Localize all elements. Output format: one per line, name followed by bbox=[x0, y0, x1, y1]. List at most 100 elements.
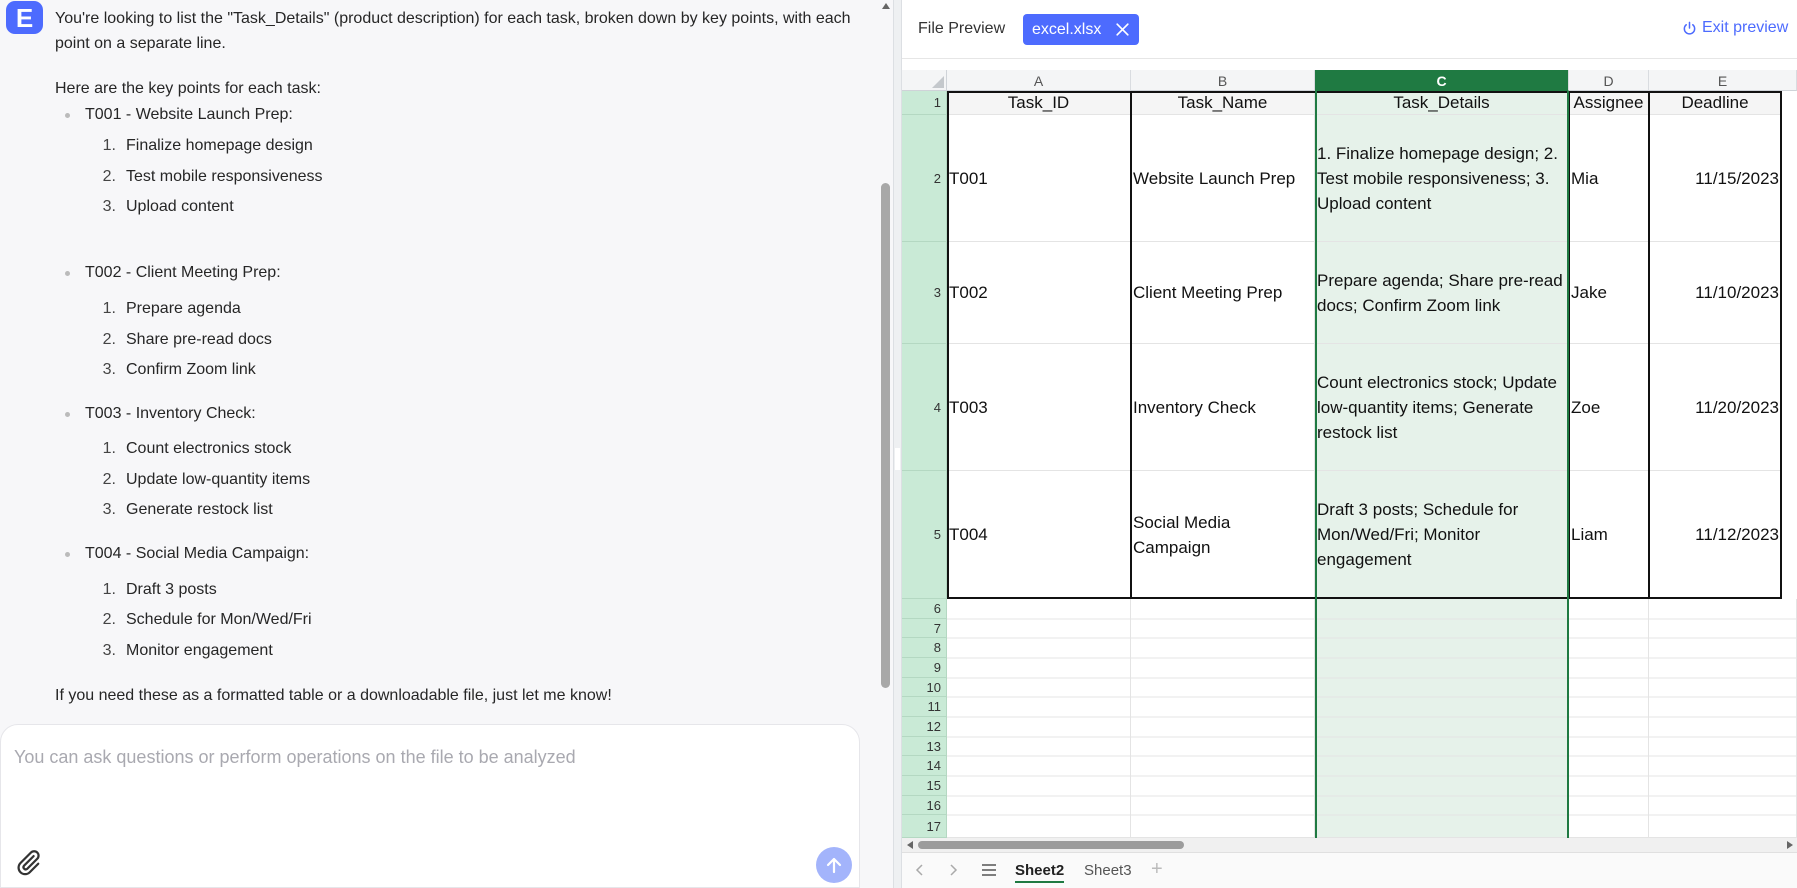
table-cell[interactable]: 11/20/2023 bbox=[1649, 344, 1782, 471]
table-cell[interactable]: Website Launch Prep bbox=[1131, 115, 1315, 242]
row-header[interactable]: 13 bbox=[902, 737, 947, 756]
row-header[interactable]: 5 bbox=[902, 471, 947, 599]
table-cell[interactable]: T003 bbox=[947, 344, 1131, 471]
task-point: 1. Count electronics stock bbox=[102, 440, 292, 457]
power-icon bbox=[1683, 21, 1696, 35]
table-cell[interactable]: T001 bbox=[947, 115, 1131, 242]
table-cell[interactable]: Mia bbox=[1569, 115, 1649, 242]
add-sheet-button[interactable]: + bbox=[1151, 858, 1163, 881]
table-cell[interactable]: Client Meeting Prep bbox=[1131, 242, 1315, 344]
row-header[interactable]: 17 bbox=[902, 815, 947, 838]
column-header-c[interactable]: C bbox=[1315, 70, 1569, 91]
exit-preview-button[interactable]: Exit preview bbox=[1682, 19, 1788, 37]
chat-scroll-thumb[interactable] bbox=[881, 183, 890, 688]
spreadsheet-grid: A B C D E 1 2 3 4 5 6 7 8 9 10 11 12 13 … bbox=[902, 70, 1797, 838]
row-header[interactable]: 10 bbox=[902, 678, 947, 697]
column-header-a[interactable]: A bbox=[947, 70, 1131, 91]
attachment-icon[interactable] bbox=[13, 848, 43, 878]
horizontal-scroll-thumb[interactable] bbox=[918, 841, 1184, 849]
column-header-b[interactable]: B bbox=[1131, 70, 1315, 91]
row-header[interactable]: 15 bbox=[902, 776, 947, 796]
assistant-intro-text: You're looking to list the "Task_Details… bbox=[55, 10, 851, 52]
row-header[interactable]: 6 bbox=[902, 599, 947, 619]
divider-handle[interactable] bbox=[895, 448, 900, 470]
table-cell[interactable]: T004 bbox=[947, 471, 1131, 599]
row-header[interactable]: 12 bbox=[902, 717, 947, 737]
row-header[interactable]: 14 bbox=[902, 756, 947, 776]
scroll-left-arrow-icon[interactable] bbox=[907, 841, 913, 849]
row-header[interactable]: 8 bbox=[902, 638, 947, 658]
scroll-up-arrow-icon[interactable] bbox=[882, 3, 890, 9]
table-header-cell[interactable]: Assignee bbox=[1569, 91, 1649, 115]
task-point: 1. Draft 3 posts bbox=[102, 581, 217, 598]
row-header[interactable]: 2 bbox=[902, 115, 947, 242]
chevron-left-icon[interactable] bbox=[912, 862, 928, 878]
table-cell[interactable]: Social Media Campaign bbox=[1131, 471, 1315, 599]
chat-scrollbar[interactable] bbox=[880, 0, 892, 716]
sheet-tab-sheet3[interactable]: Sheet3 bbox=[1084, 862, 1132, 879]
task-point: 1. Finalize homepage design bbox=[102, 137, 313, 154]
task-heading: T003 - Inventory Check: bbox=[65, 403, 256, 425]
task-heading: T002 - Client Meeting Prep: bbox=[65, 262, 281, 284]
row-header[interactable]: 16 bbox=[902, 796, 947, 815]
select-all-corner[interactable] bbox=[902, 70, 947, 91]
table-cell[interactable]: Zoe bbox=[1569, 344, 1649, 471]
task-point: 2. Update low-quantity items bbox=[102, 471, 311, 488]
table-cell[interactable]: Prepare agenda; Share pre-read docs; Con… bbox=[1315, 242, 1569, 344]
assistant-closing-text: If you need these as a formatted table o… bbox=[55, 687, 612, 704]
row-header[interactable]: 1 bbox=[902, 91, 947, 115]
chat-message-area: E You're looking to list the "Task_Detai… bbox=[0, 0, 893, 716]
task-point: 2. Test mobile responsiveness bbox=[102, 168, 323, 185]
chat-pane: E You're looking to list the "Task_Detai… bbox=[0, 0, 893, 888]
table-header-cell[interactable]: Task_ID bbox=[947, 91, 1131, 115]
task-heading: T004 - Social Media Campaign: bbox=[64, 543, 309, 565]
task-point: 3. Confirm Zoom link bbox=[102, 361, 256, 378]
table-cell[interactable]: Draft 3 posts; Schedule for Mon/Wed/Fri;… bbox=[1315, 471, 1569, 599]
table-cell[interactable]: Inventory Check bbox=[1131, 344, 1315, 471]
horizontal-scrollbar[interactable] bbox=[902, 838, 1797, 852]
keypoints-heading: Here are the key points for each task: bbox=[55, 80, 321, 97]
scroll-right-arrow-icon[interactable] bbox=[1787, 841, 1793, 849]
task-point: 3. Generate restock list bbox=[102, 501, 273, 518]
task-point: 2. Schedule for Mon/Wed/Fri bbox=[102, 611, 312, 628]
task-point: 3. Upload content bbox=[102, 198, 234, 215]
table-cell[interactable]: 11/12/2023 bbox=[1649, 471, 1782, 599]
row-header[interactable]: 3 bbox=[902, 242, 947, 344]
empty-row-gridlines bbox=[947, 618, 1797, 816]
file-tab-label: excel.xlsx bbox=[1032, 21, 1102, 38]
task-heading: T001 - Website Launch Prep: bbox=[65, 104, 293, 126]
arrow-up-icon bbox=[826, 857, 842, 874]
task-point: 3. Monitor engagement bbox=[102, 642, 273, 659]
chevron-right-icon[interactable] bbox=[945, 862, 961, 878]
row-header[interactable]: 9 bbox=[902, 658, 947, 678]
menu-icon[interactable] bbox=[980, 862, 998, 878]
task-point: 2. Share pre-read docs bbox=[102, 331, 272, 348]
file-preview-pane: File Preview excel.xlsx Exit preview A B… bbox=[902, 0, 1797, 888]
table-cell[interactable]: Jake bbox=[1569, 242, 1649, 344]
assistant-logo-icon: E bbox=[6, 1, 43, 34]
row-header[interactable]: 7 bbox=[902, 619, 947, 638]
close-icon[interactable] bbox=[1114, 21, 1131, 38]
table-cell[interactable]: Liam bbox=[1569, 471, 1649, 599]
pane-resize-divider[interactable] bbox=[893, 0, 902, 888]
table-cell[interactable]: 11/10/2023 bbox=[1649, 242, 1782, 344]
table-header-cell[interactable]: Task_Name bbox=[1131, 91, 1315, 115]
table-cell[interactable]: Count electronics stock; Update low-quan… bbox=[1315, 344, 1569, 471]
column-header-d[interactable]: D bbox=[1569, 70, 1649, 91]
table-header-cell[interactable]: Task_Details bbox=[1315, 91, 1569, 115]
chat-input[interactable] bbox=[14, 737, 834, 777]
table-header-cell[interactable]: Deadline bbox=[1649, 91, 1782, 115]
column-header-e[interactable]: E bbox=[1649, 70, 1797, 91]
table-cell[interactable]: 11/15/2023 bbox=[1649, 115, 1782, 242]
table-cell[interactable]: 1. Finalize homepage design; 2. Test mob… bbox=[1315, 115, 1569, 242]
task-point: 1. Prepare agenda bbox=[102, 300, 241, 317]
row-header[interactable]: 11 bbox=[902, 697, 947, 717]
chat-input-box bbox=[0, 724, 860, 888]
file-tab[interactable]: excel.xlsx bbox=[1023, 14, 1140, 45]
table-cell[interactable]: T002 bbox=[947, 242, 1131, 344]
send-button[interactable] bbox=[816, 847, 852, 883]
preview-header: File Preview excel.xlsx Exit preview bbox=[902, 0, 1797, 59]
row-header[interactable]: 4 bbox=[902, 344, 947, 471]
sheet-tab-bar: Sheet2 Sheet3 + bbox=[902, 852, 1797, 888]
sheet-tab-sheet2[interactable]: Sheet2 bbox=[1015, 862, 1065, 883]
